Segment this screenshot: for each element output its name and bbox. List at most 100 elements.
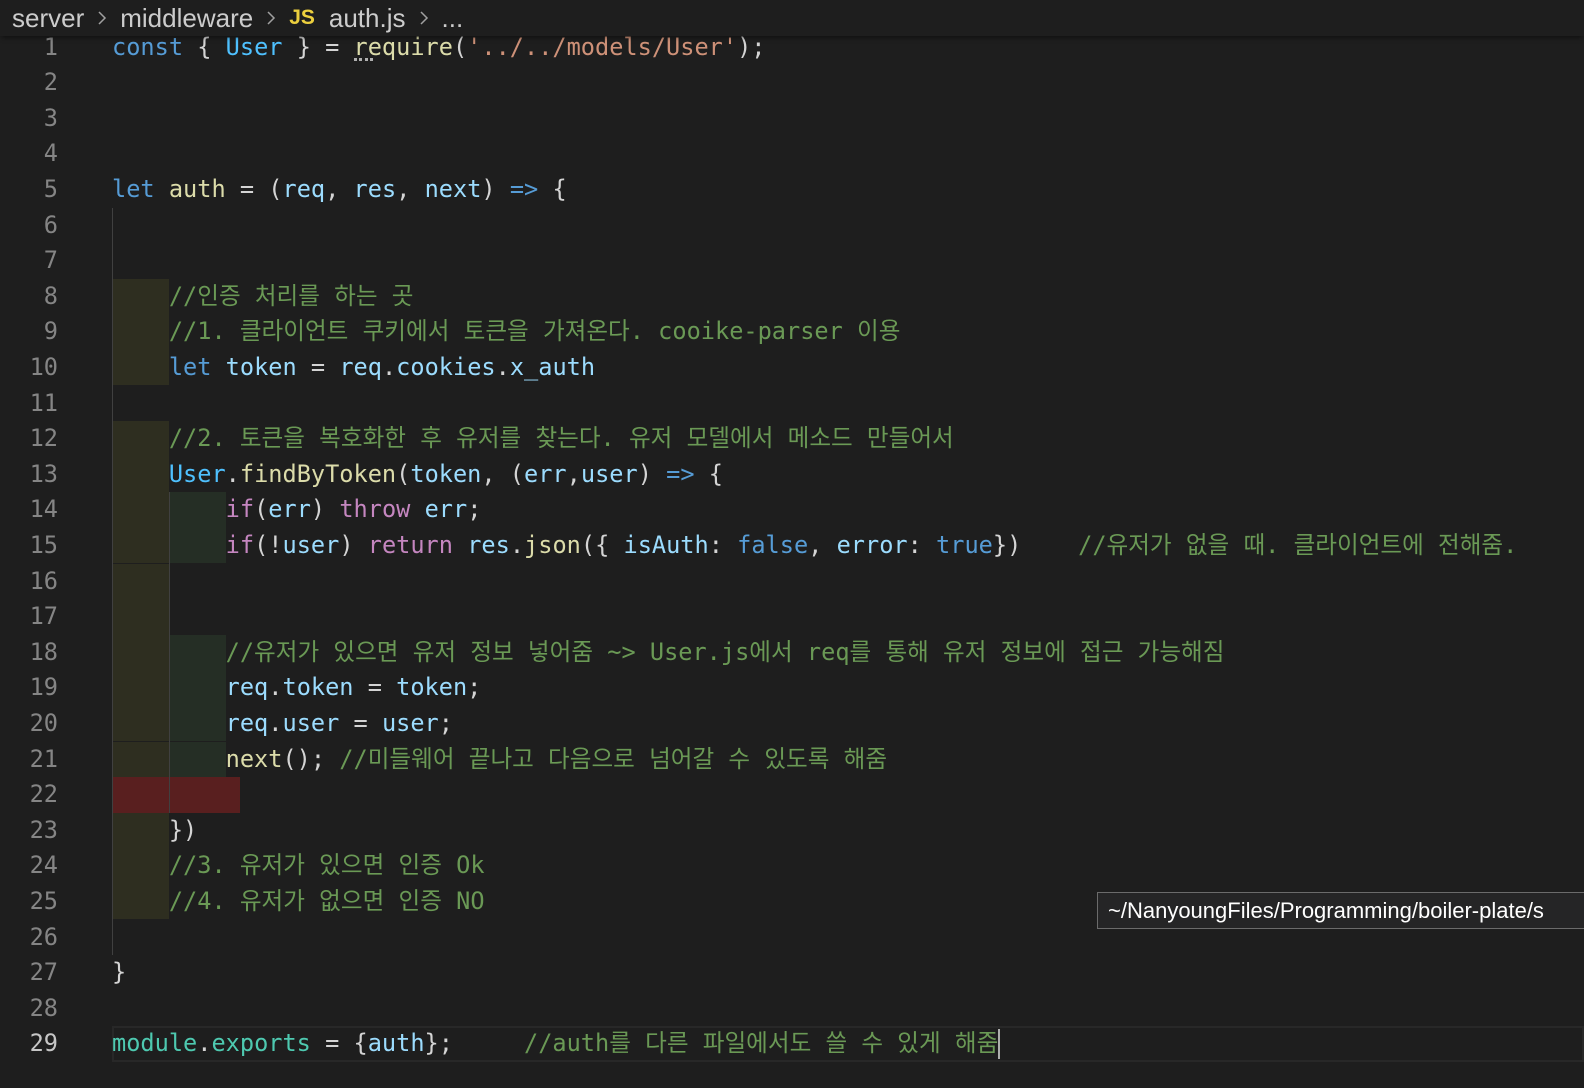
breadcrumb-folder-server[interactable]: server <box>12 3 84 34</box>
punctuation-token: { <box>183 32 226 61</box>
code-line[interactable]: 29 module.exports = {auth}; //auth를 다른 파일… <box>0 1026 1584 1062</box>
line-number[interactable]: 14 <box>0 492 58 528</box>
code-line[interactable]: 20 req.user = user; <box>0 705 1584 742</box>
line-number[interactable]: 3 <box>0 101 58 137</box>
code-text[interactable]: let token = req.cookies.x_auth <box>112 349 1584 386</box>
keyword-token: let <box>112 174 155 203</box>
code-line[interactable]: 23 }) <box>0 812 1584 849</box>
breadcrumb-folder-middleware[interactable]: middleware <box>120 3 253 34</box>
line-number[interactable]: 13 <box>0 457 58 493</box>
indent-whitespace <box>112 456 169 493</box>
line-number[interactable]: 5 <box>0 172 58 208</box>
line-number[interactable]: 18 <box>0 635 58 671</box>
code-text[interactable]: //1. 클라이언트 쿠키에서 토큰을 가져온다. cooike-parser … <box>112 314 1584 350</box>
breadcrumb-file[interactable]: JS auth.js <box>289 3 405 34</box>
code-line[interactable]: 8 //인증 처리를 하는 곳 <box>0 278 1584 315</box>
code-line[interactable]: 14 if(err) throw err; <box>0 492 1584 528</box>
code-text[interactable]: let auth = (req, res, next) => { <box>112 172 1584 208</box>
chevron-right-icon <box>98 11 107 25</box>
code-text[interactable]: //인증 처리를 하는 곳 <box>112 278 1584 315</box>
code-text[interactable] <box>112 136 1584 172</box>
code-line[interactable]: 27} <box>0 955 1584 991</box>
punctuation-token: ( <box>396 459 411 488</box>
line-number[interactable]: 27 <box>0 955 58 991</box>
variable-token: req <box>282 174 326 203</box>
code-text[interactable] <box>112 777 1584 813</box>
code-line[interactable]: 15 if(!user) return res.json({ isAuth: f… <box>0 527 1584 564</box>
variable-token: isAuth <box>623 530 709 559</box>
code-text[interactable] <box>112 208 1584 244</box>
code-text[interactable]: if(!user) return res.json({ isAuth: fals… <box>112 527 1584 564</box>
code-text[interactable]: User.findByToken(token, (err,user) => { <box>112 456 1584 493</box>
code-text[interactable]: } <box>112 955 1584 991</box>
line-number[interactable]: 4 <box>0 136 58 172</box>
code-line[interactable]: 7 <box>0 243 1584 279</box>
code-text[interactable] <box>112 563 1584 600</box>
code-line[interactable]: 18 //유저가 있으면 유저 정보 넣어줌 ~> User.js에서 req를… <box>0 634 1584 671</box>
code-text[interactable] <box>112 991 1584 1027</box>
line-number[interactable]: 8 <box>0 279 58 315</box>
code-line[interactable]: 2 <box>0 65 1584 101</box>
code-line[interactable]: 12 //2. 토큰을 복호화한 후 유저를 찾는다. 유저 모델에서 메소드 … <box>0 421 1584 457</box>
line-number[interactable]: 6 <box>0 208 58 244</box>
code-line[interactable]: 22 <box>0 777 1584 813</box>
line-number[interactable]: 29 <box>0 1026 58 1062</box>
code-text[interactable]: //3. 유저가 있으면 인증 Ok <box>112 848 1584 884</box>
code-line[interactable]: 19 req.token = token; <box>0 670 1584 706</box>
code-text[interactable] <box>112 386 1584 422</box>
line-number[interactable]: 21 <box>0 742 58 778</box>
breadcrumb-symbol-more[interactable]: ... <box>442 3 464 34</box>
code-text[interactable]: //2. 토큰을 복호화한 후 유저를 찾는다. 유저 모델에서 메소드 만들어… <box>112 421 1584 457</box>
line-number[interactable]: 7 <box>0 243 58 279</box>
code-line[interactable]: 11 <box>0 386 1584 422</box>
line-number[interactable]: 23 <box>0 813 58 849</box>
code-line[interactable]: 13 User.findByToken(token, (err,user) =>… <box>0 456 1584 493</box>
line-number[interactable]: 20 <box>0 706 58 742</box>
code-text[interactable] <box>112 65 1584 101</box>
keyword-token: false <box>737 530 809 559</box>
line-number[interactable]: 15 <box>0 528 58 564</box>
line-number[interactable]: 12 <box>0 421 58 457</box>
punctuation-token: } = <box>282 32 354 61</box>
line-number[interactable]: 16 <box>0 564 58 600</box>
control-keyword-token: return <box>367 530 453 559</box>
code-text[interactable]: req.user = user; <box>112 705 1584 742</box>
code-line[interactable]: 10 let token = req.cookies.x_auth <box>0 349 1584 386</box>
line-number[interactable]: 10 <box>0 350 58 386</box>
code-line[interactable]: 3 <box>0 101 1584 137</box>
line-number[interactable]: 22 <box>0 777 58 813</box>
code-line[interactable]: 28 <box>0 991 1584 1027</box>
line-number[interactable]: 26 <box>0 920 58 956</box>
code-text[interactable]: //유저가 있으면 유저 정보 넣어줌 ~> User.js에서 req를 통해… <box>112 634 1584 671</box>
code-text[interactable]: module.exports = {auth}; //auth를 다른 파일에서… <box>112 1026 1584 1062</box>
line-number[interactable]: 9 <box>0 314 58 350</box>
code-text[interactable]: req.token = token; <box>112 670 1584 706</box>
line-number[interactable]: 11 <box>0 386 58 422</box>
code-line[interactable]: 21 next(); //미들웨어 끝나고 다음으로 넘어갈 수 있도록 해줌 <box>0 741 1584 778</box>
constant-token: User <box>168 459 226 488</box>
code-text[interactable] <box>112 101 1584 137</box>
code-text[interactable] <box>112 243 1584 279</box>
variable-token: next <box>424 174 482 203</box>
code-line[interactable]: 9 //1. 클라이언트 쿠키에서 토큰을 가져온다. cooike-parse… <box>0 314 1584 350</box>
code-line[interactable]: 16 <box>0 563 1584 600</box>
line-number[interactable]: 24 <box>0 848 58 884</box>
punctuation-token: . <box>225 459 240 488</box>
code-text[interactable]: if(err) throw err; <box>112 492 1584 528</box>
code-text[interactable]: }) <box>112 812 1584 849</box>
code-line[interactable]: 17 <box>0 599 1584 635</box>
code-text[interactable] <box>112 599 1584 635</box>
chevron-right-icon <box>84 0 120 36</box>
line-number[interactable]: 25 <box>0 884 58 920</box>
code-line[interactable]: 6 <box>0 208 1584 244</box>
line-number[interactable]: 2 <box>0 65 58 101</box>
code-line[interactable]: 24 //3. 유저가 있으면 인증 Ok <box>0 848 1584 884</box>
code-line[interactable]: 4 <box>0 136 1584 172</box>
line-number[interactable]: 19 <box>0 670 58 706</box>
line-number[interactable]: 28 <box>0 991 58 1027</box>
code-line[interactable]: 5 let auth = (req, res, next) => { <box>0 172 1584 208</box>
indent-whitespace <box>112 670 226 706</box>
line-number[interactable]: 17 <box>0 599 58 635</box>
code-text[interactable]: next(); //미들웨어 끝나고 다음으로 넘어갈 수 있도록 해줌 <box>112 741 1584 778</box>
variable-token: cookies <box>396 352 496 381</box>
